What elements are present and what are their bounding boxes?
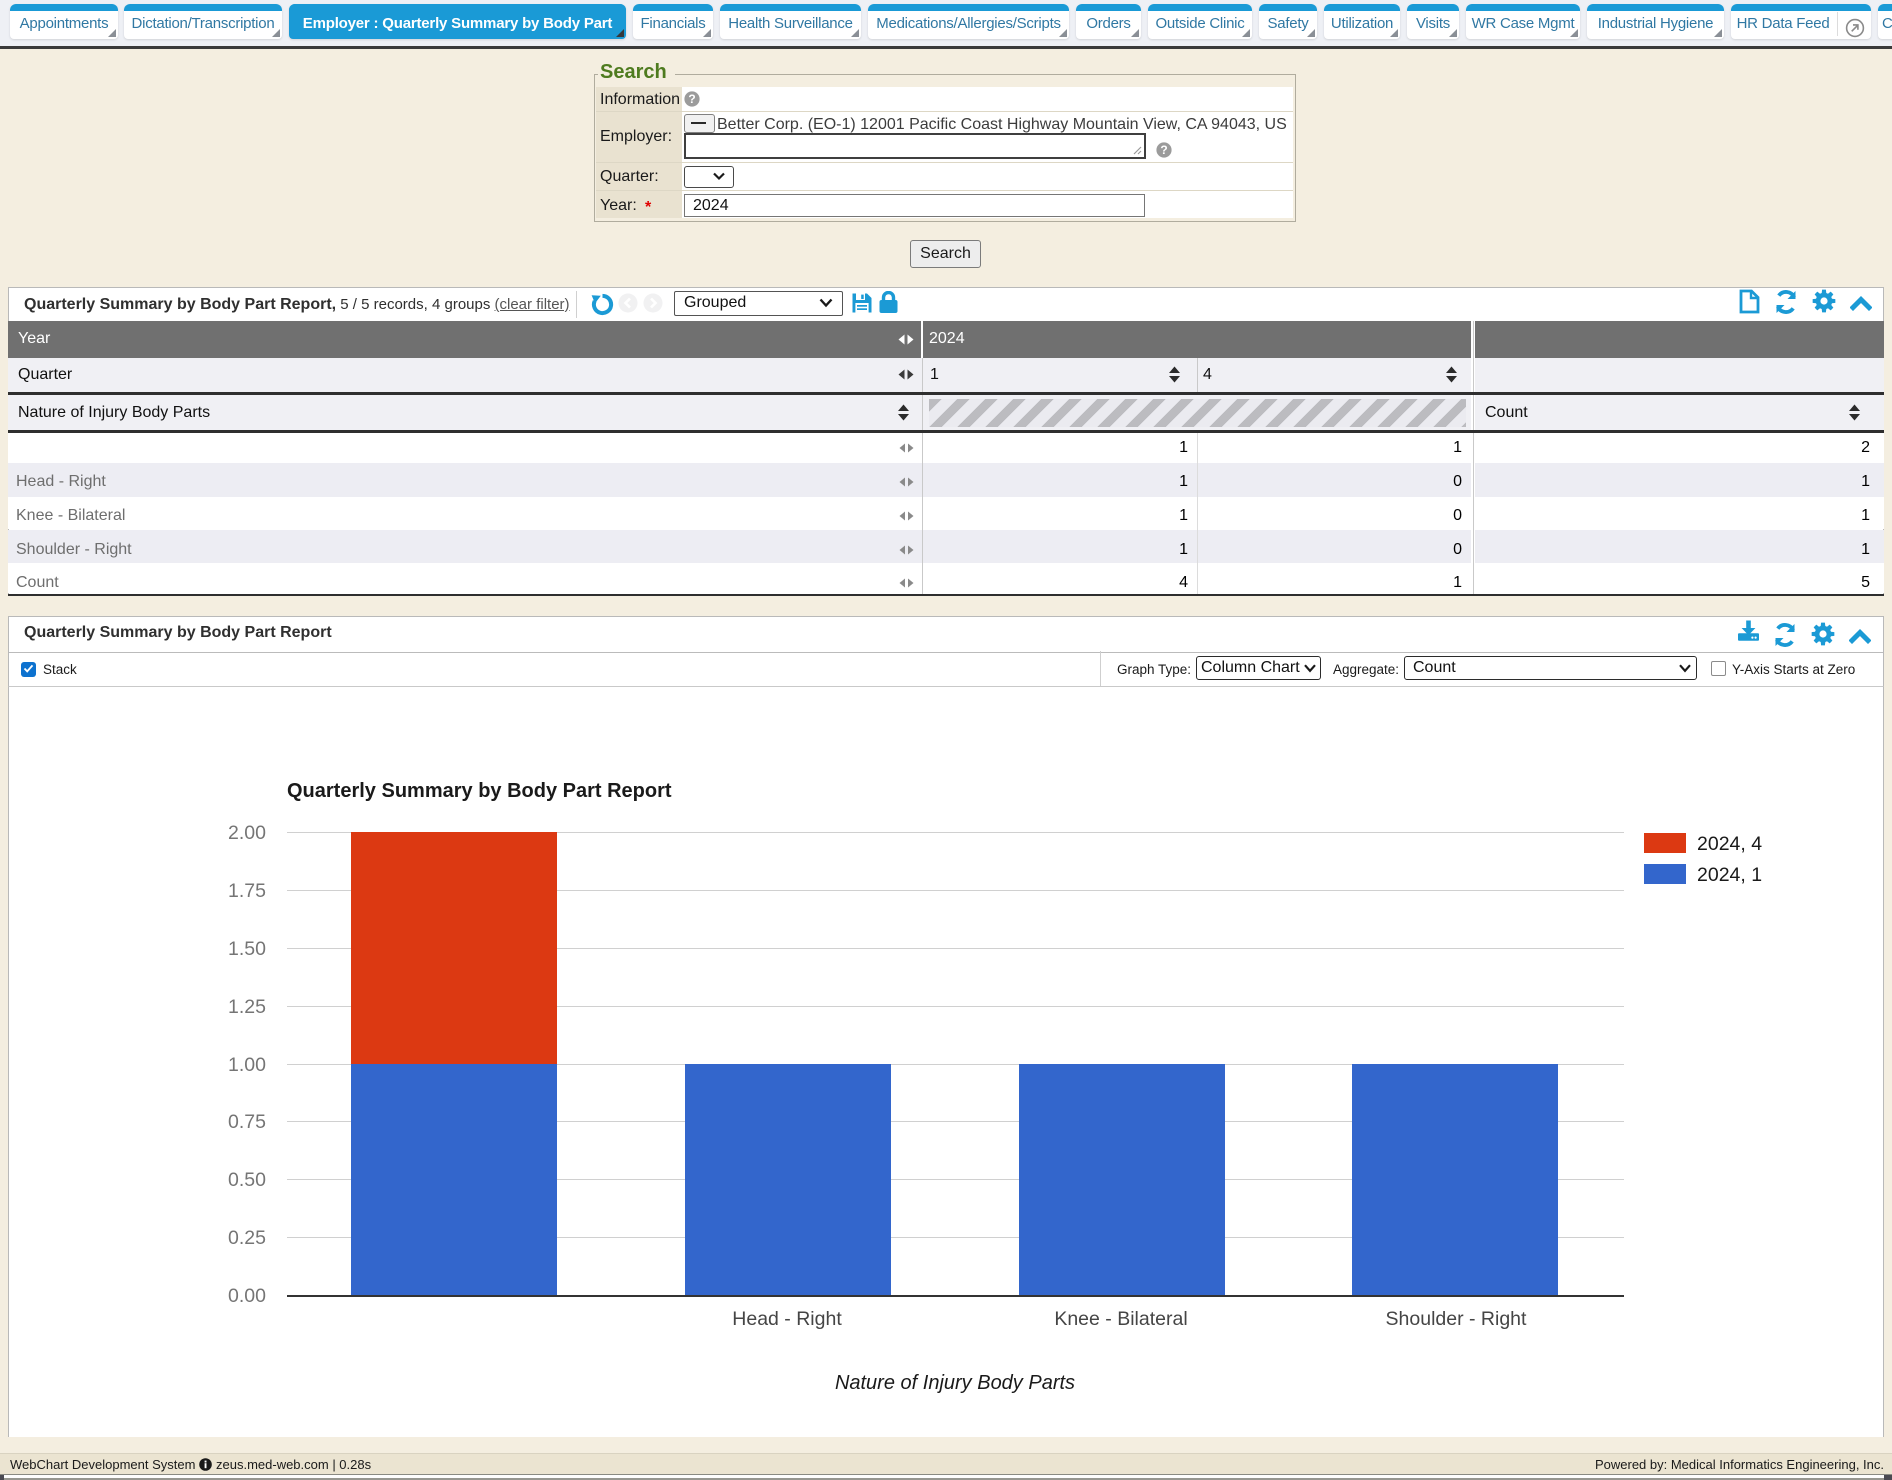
svg-text:?: ? [688, 92, 695, 106]
svg-text:?: ? [1160, 143, 1167, 157]
